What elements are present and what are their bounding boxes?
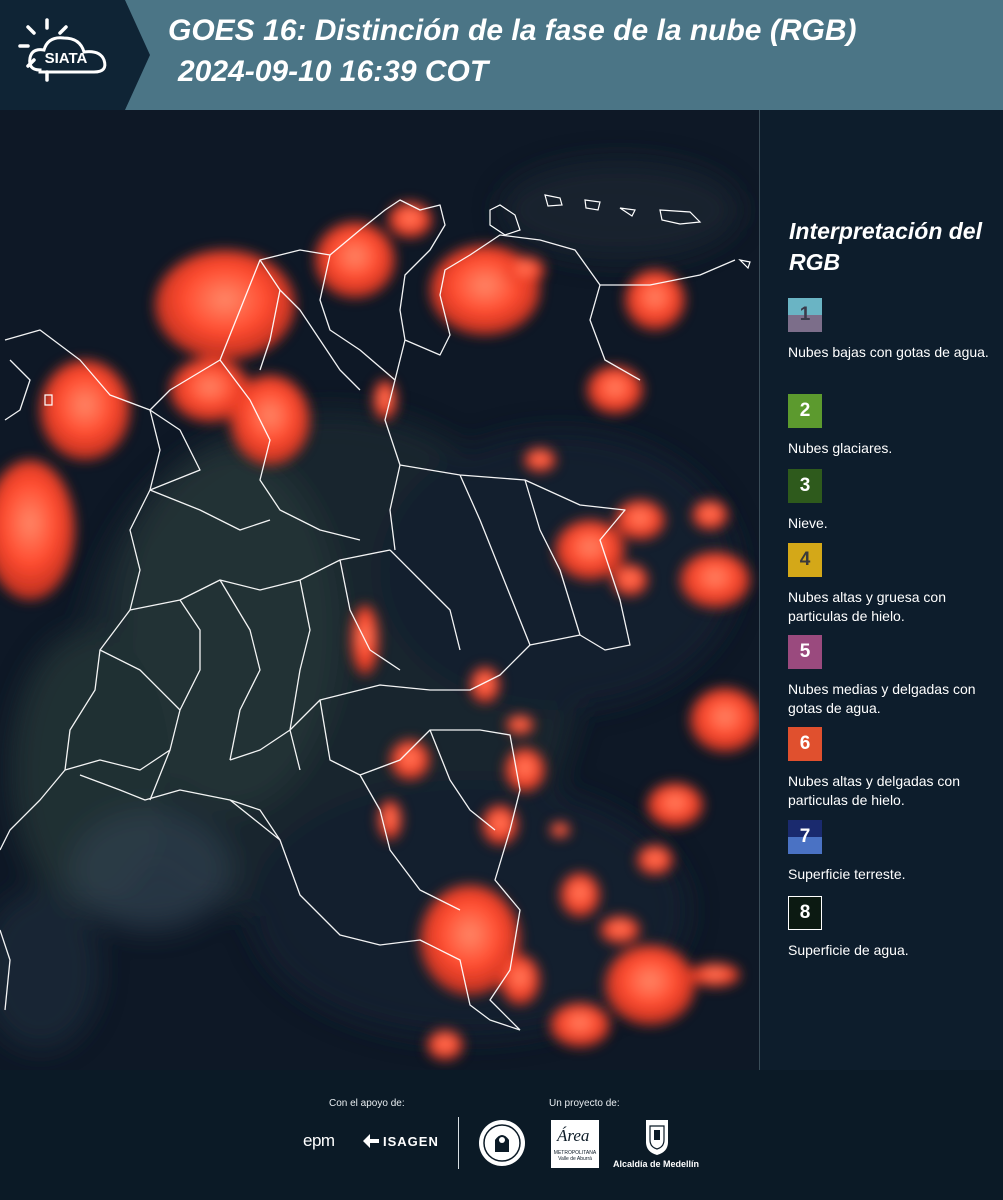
legend-swatch-7: 7 xyxy=(788,820,822,854)
legend-item-5: 5 Nubes medias y delgadas con gotas de a… xyxy=(788,635,1003,718)
seal-logo xyxy=(477,1118,527,1173)
logo-text: SIATA xyxy=(45,50,88,67)
map-canvas xyxy=(0,110,759,1070)
legend-label-1: Nubes bajas con gotas de agua. xyxy=(788,344,989,360)
legend-item-7: 7 Superficie terreste. xyxy=(788,820,1003,884)
alcaldia-shield xyxy=(644,1118,670,1161)
legend-swatch-6: 6 xyxy=(788,727,822,761)
legend-number-8: 8 xyxy=(799,902,811,923)
siata-logo: SIATA xyxy=(0,0,150,110)
legend-panel: Interpretación del RGB 1 Nubes bajas con… xyxy=(760,110,1003,1070)
legend-swatch-8: 8 xyxy=(788,896,822,930)
legend-label-3: Nieve. xyxy=(788,515,828,531)
page-title: GOES 16: Distinción de la fase de la nub… xyxy=(168,14,857,47)
legend-label-8: Superficie de agua. xyxy=(788,942,909,958)
header-bar: SIATA GOES 16: Distinción de la fase de … xyxy=(0,0,1003,110)
alcaldia-text: Alcaldía de Medellín xyxy=(613,1159,700,1169)
legend-number-5: 5 xyxy=(799,641,811,662)
footer-divider xyxy=(458,1117,459,1169)
legend-item-8: 8 Superficie de agua. xyxy=(788,896,1003,960)
legend-number-7: 7 xyxy=(799,826,811,847)
legend-label-7: Superficie terreste. xyxy=(788,866,906,882)
legend-item-6: 6 Nubes altas y delgadas con particulas … xyxy=(788,727,1003,810)
footer: Con el apoyo de: Un proyecto de: epm ISA… xyxy=(0,1070,1003,1200)
legend-number-1: 1 xyxy=(799,304,811,325)
area-logo-subtitle: METROPOLITANA Valle de Aburrá xyxy=(553,1150,597,1162)
legend-swatch-5: 5 xyxy=(788,635,822,669)
legend-label-5: Nubes medias y delgadas con gotas de agu… xyxy=(788,681,976,716)
seal-icon xyxy=(479,1120,525,1166)
isagen-logo xyxy=(361,1132,381,1155)
area-metropolitana-logo: Área METROPOLITANA Valle de Aburrá xyxy=(551,1120,599,1168)
isagen-mark-icon xyxy=(363,1134,379,1148)
legend-swatch-4: 4 xyxy=(788,543,822,577)
legend-swatch-1: 1 xyxy=(788,298,822,332)
legend-title: Interpretación del RGB xyxy=(789,218,982,275)
legend-item-4: 4 Nubes altas y gruesa con particulas de… xyxy=(788,543,1003,626)
satellite-map xyxy=(0,110,760,1070)
legend-label-2: Nubes glaciares. xyxy=(788,440,893,456)
legend-item-1: 1 Nubes bajas con gotas de agua. xyxy=(788,298,1003,362)
legend-swatch-3: 3 xyxy=(788,469,822,503)
support-caption: Con el apoyo de: xyxy=(329,1098,405,1109)
legend-number-2: 2 xyxy=(799,400,811,421)
legend-swatch-2: 2 xyxy=(788,394,822,428)
legend-label-6: Nubes altas y delgadas con particulas de… xyxy=(788,773,960,808)
project-caption: Un proyecto de: xyxy=(549,1098,620,1109)
legend-number-4: 4 xyxy=(799,549,811,570)
isagen-text: ISAGEN xyxy=(383,1134,439,1149)
epm-logo: epm xyxy=(303,1131,335,1150)
legend-number-3: 3 xyxy=(799,475,811,496)
legend-item-2: 2 Nubes glaciares. xyxy=(788,394,1003,458)
area-logo-text: Área xyxy=(557,1126,590,1145)
shield-icon xyxy=(646,1120,668,1155)
page-timestamp: 2024-09-10 16:39 COT xyxy=(178,55,489,88)
legend-number-6: 6 xyxy=(799,733,811,754)
legend-label-4: Nubes altas y gruesa con particulas de h… xyxy=(788,589,946,624)
legend-item-3: 3 Nieve. xyxy=(788,469,1003,533)
